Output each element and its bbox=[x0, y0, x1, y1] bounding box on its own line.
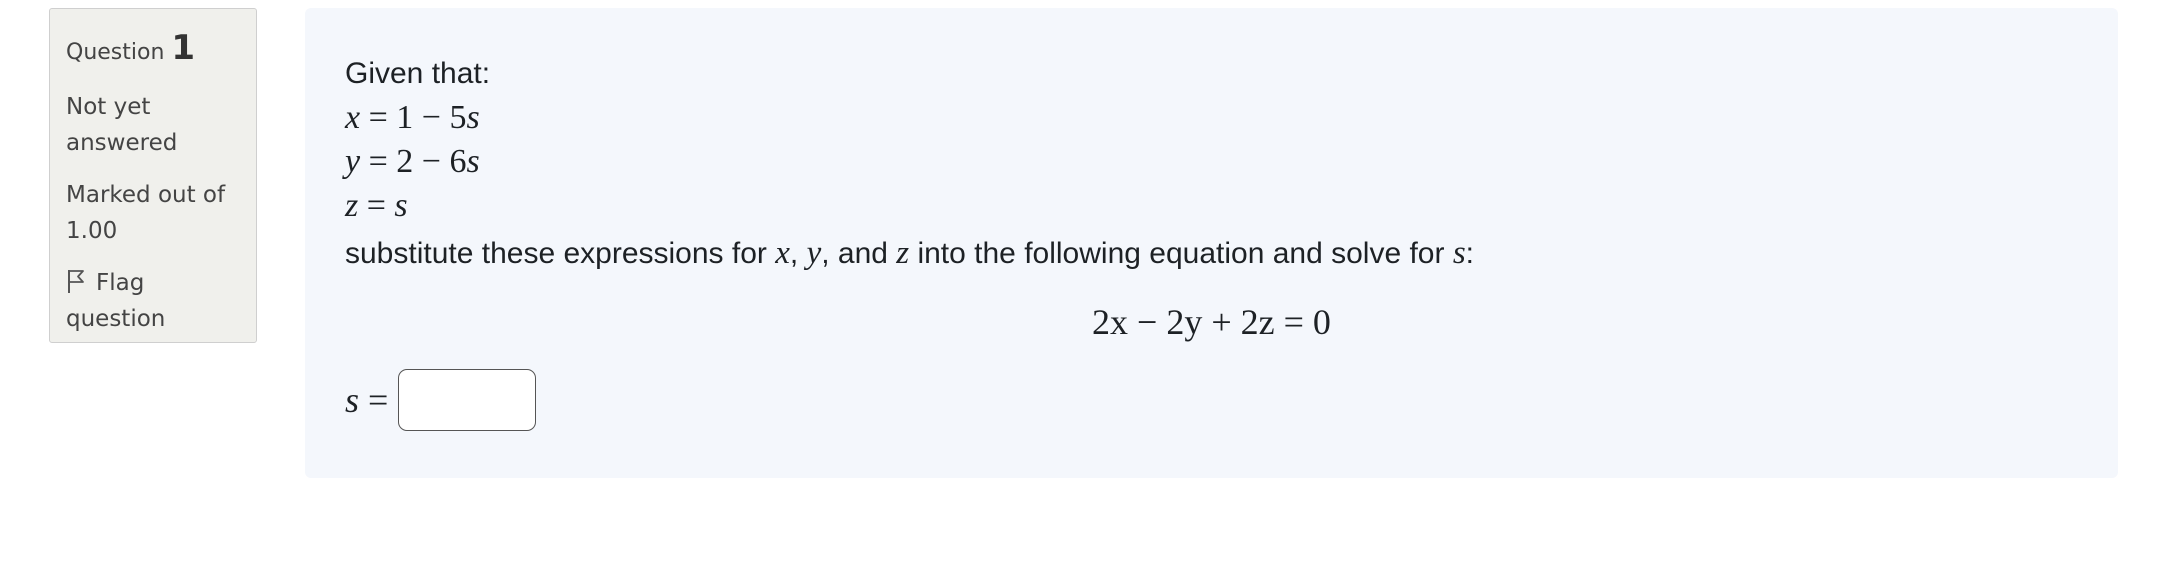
eq-x-var: x bbox=[345, 99, 361, 136]
answer-input[interactable] bbox=[398, 369, 537, 431]
instruction-part-2: into the following equation and solve fo… bbox=[909, 237, 1453, 270]
question-label: Question bbox=[66, 40, 165, 65]
instruction-z: z bbox=[896, 235, 910, 271]
state-line-1: Not yet bbox=[66, 94, 151, 120]
eq-y-s: s bbox=[466, 143, 480, 180]
question-content: Given that: x = 1 − 5s y = 2 − 6s z = s … bbox=[305, 8, 2118, 478]
instruction-x: x bbox=[775, 235, 790, 271]
instruction-and: , and bbox=[821, 237, 897, 270]
question-info-panel: Question 1 Not yet answered Marked out o… bbox=[49, 8, 257, 343]
eq-x-rhs: = 1 − 5 bbox=[360, 99, 467, 136]
answer-label-eq: = bbox=[359, 380, 389, 420]
eq-z-var: z bbox=[345, 187, 359, 224]
question-grade: Marked out of 1.00 bbox=[66, 177, 240, 249]
equation-x: x = 1 − 5s bbox=[345, 96, 2078, 140]
eq-x-s: s bbox=[466, 99, 480, 136]
eq-z-rhs: = bbox=[358, 187, 395, 224]
question-text: Given that: x = 1 − 5s y = 2 − 6s z = s … bbox=[345, 52, 2078, 431]
answer-label: s = bbox=[345, 379, 388, 421]
instruction-s: s bbox=[1452, 235, 1466, 271]
question-number: 1 bbox=[171, 28, 196, 68]
flag-line-2: question bbox=[66, 306, 166, 332]
flag-line-1: Flag bbox=[96, 270, 145, 296]
eq-y-rhs: = 2 − 6 bbox=[360, 143, 467, 180]
instruction-text: substitute these expressions for x, y, a… bbox=[345, 228, 2078, 279]
eq-z-s: s bbox=[394, 187, 408, 224]
answer-row: s = bbox=[345, 369, 2078, 431]
flag-outline-icon bbox=[66, 268, 86, 294]
question-heading: Question 1 bbox=[66, 31, 240, 65]
eq-y-var: y bbox=[345, 143, 361, 180]
instruction-part-1: substitute these expressions for bbox=[345, 237, 776, 270]
grade-line-1: Marked out of bbox=[66, 182, 226, 208]
equation-y: y = 2 − 6s bbox=[345, 140, 2078, 184]
display-equation: 2x − 2y + 2z = 0 bbox=[1092, 302, 1331, 342]
instruction-y: y bbox=[806, 235, 822, 271]
state-line-2: answered bbox=[66, 130, 178, 156]
answer-label-var: s bbox=[345, 380, 360, 420]
intro-text: Given that: bbox=[345, 57, 491, 90]
grade-line-2: 1.00 bbox=[66, 218, 118, 244]
instruction-colon: : bbox=[1465, 237, 1475, 270]
equation-z: z = s bbox=[345, 184, 2078, 228]
instruction-comma: , bbox=[789, 237, 807, 270]
question-state: Not yet answered bbox=[66, 89, 240, 161]
flag-question-button[interactable]: Flag question bbox=[66, 265, 240, 337]
